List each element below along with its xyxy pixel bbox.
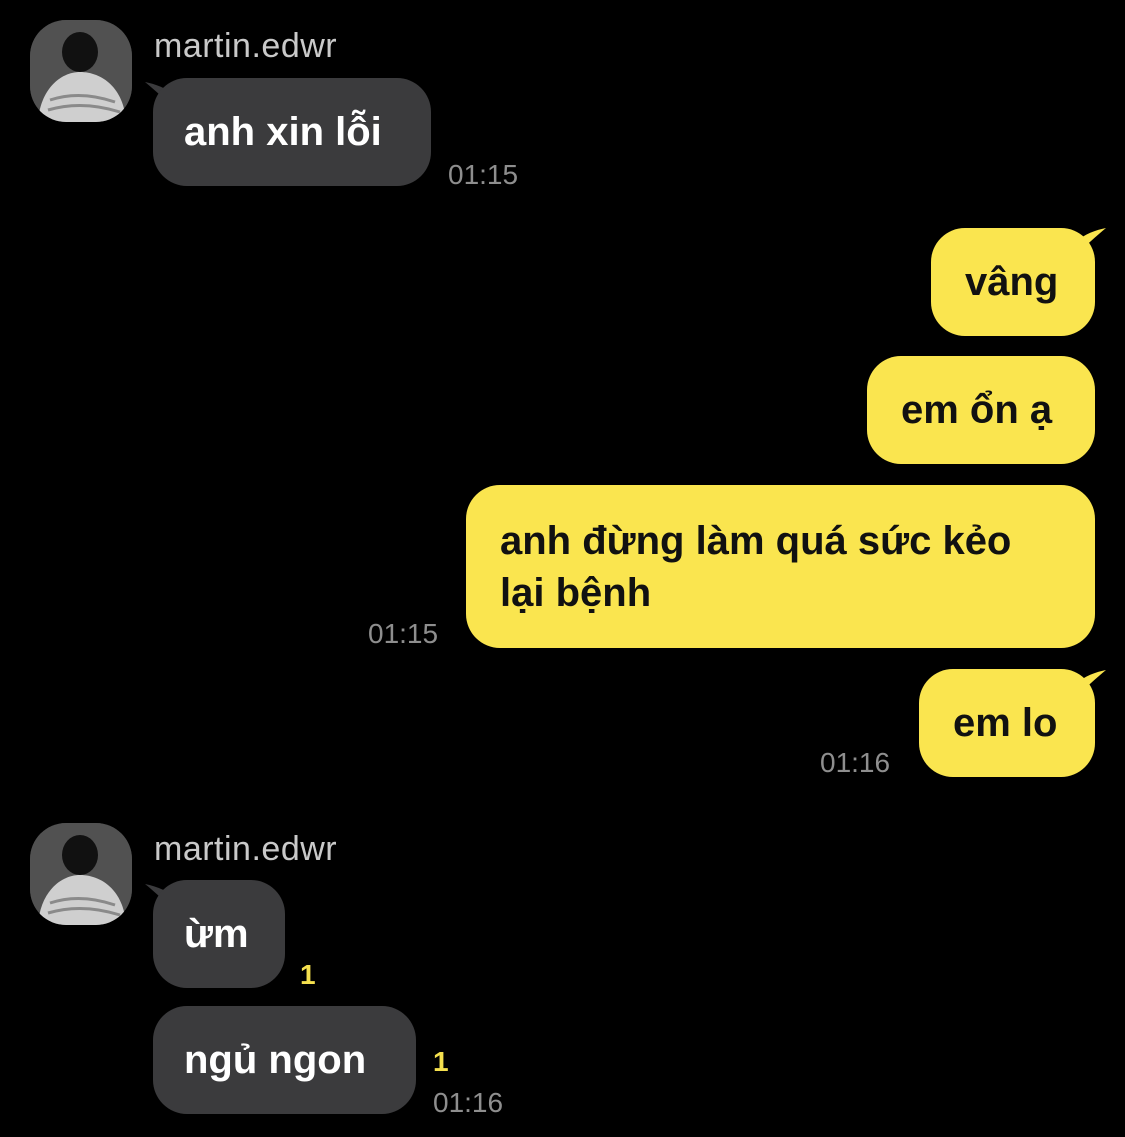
message-bubble[interactable]: vâng <box>931 228 1095 336</box>
timestamp: 01:15 <box>448 159 519 190</box>
unread-count: 1 <box>433 1046 449 1077</box>
message-bubble[interactable]: anh đừng làm quá sức kẻo lại bệnh <box>466 485 1095 648</box>
timestamp: 01:16 <box>433 1087 504 1118</box>
timestamp: 01:15 <box>368 618 439 649</box>
message-bubble[interactable]: em ổn ạ <box>867 356 1095 464</box>
unread-count: 1 <box>300 959 316 990</box>
message-bubble[interactable]: em lo <box>919 669 1095 777</box>
message-bubble[interactable]: anh xin lỗi <box>153 78 431 186</box>
message-bubble[interactable]: ngủ ngon <box>153 1006 416 1114</box>
sender-name[interactable]: martin.edwr <box>154 26 337 66</box>
sender-name[interactable]: martin.edwr <box>154 829 337 869</box>
avatar-photo-icon <box>30 823 132 925</box>
avatar-photo-icon <box>30 20 132 122</box>
message-bubble[interactable]: ừm <box>153 880 285 988</box>
timestamp: 01:16 <box>820 747 891 778</box>
avatar[interactable] <box>30 823 132 925</box>
avatar[interactable] <box>30 20 132 122</box>
